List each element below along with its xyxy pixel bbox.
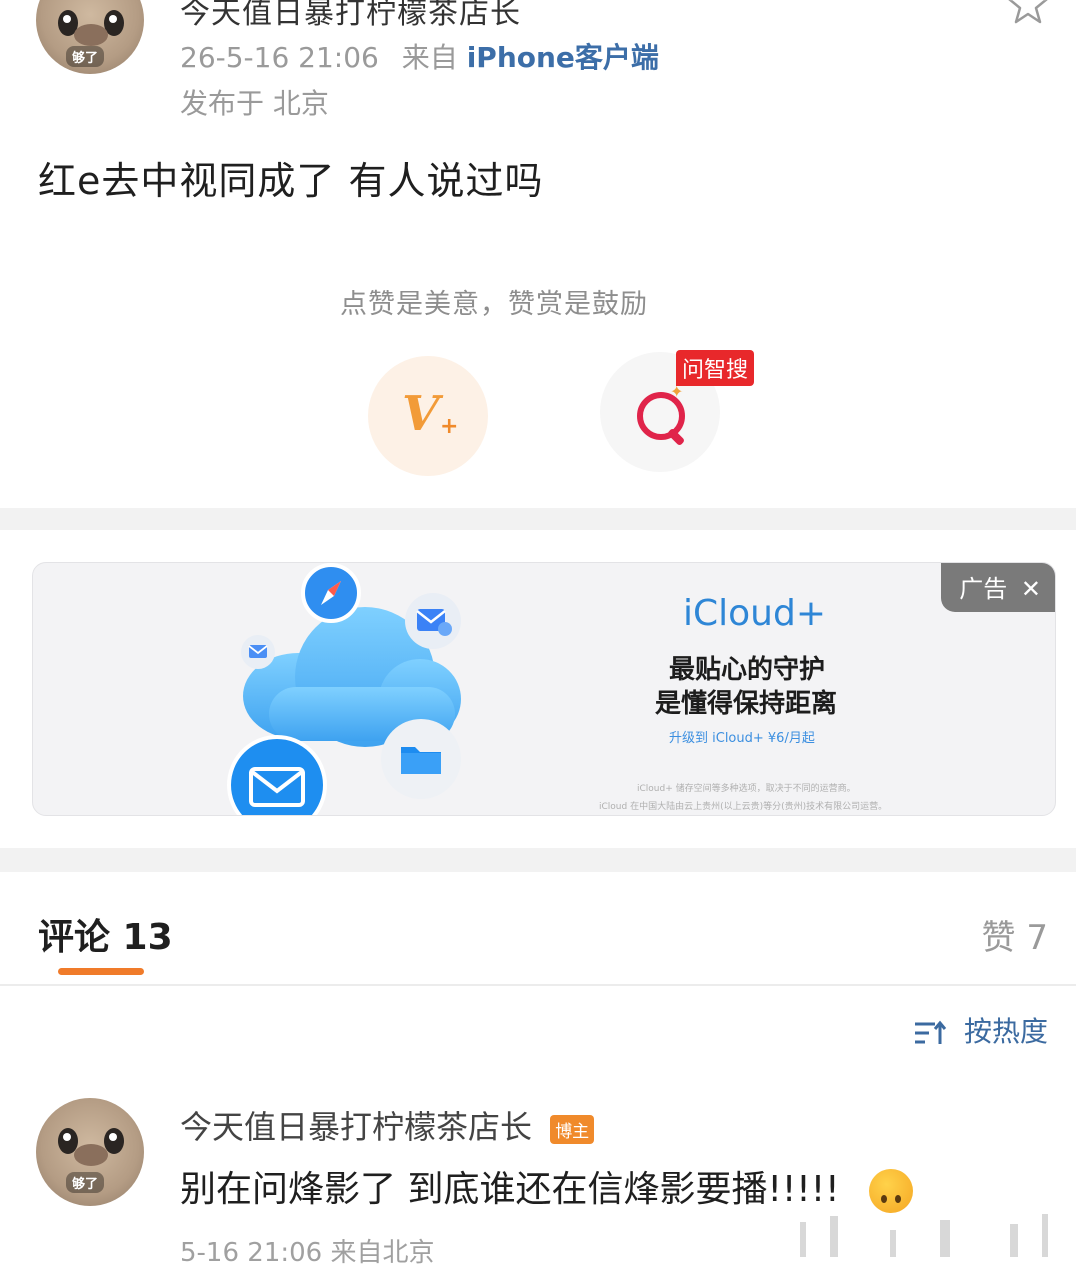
comment-author-name[interactable]: 今天值日暴打柠檬茶店长 [180,1108,532,1146]
mail-small-icon [405,593,461,649]
mail-tiny-icon [241,635,275,669]
vplus-plus-icon: + [440,414,459,439]
search-icon-handle [666,427,686,447]
ad-badge-label: 广告 [959,575,1008,603]
avatar-tag: 够了 [66,1172,105,1193]
ad-fineprint-2: iCloud 在中国大陆由云上贵州(以上云贵)等分(贵州)技术有限公司运营。 [599,802,888,812]
tab-comments[interactable]: 评论 13 [38,908,173,960]
post-meta: 26-5-16 21:06 来自 iPhone客户端 [180,36,659,76]
tab-likes[interactable]: 赞 7 [982,910,1048,959]
comment-meta: 5-16 21:06 来自北京 [180,1238,435,1268]
author-avatar[interactable]: 够了 [36,0,144,74]
ad-close-badge[interactable]: 广告 ✕ [941,563,1055,612]
post-source-prefix: 来自 [401,41,458,74]
close-icon: ✕ [1020,575,1041,603]
vplus-reward-button[interactable]: V + [368,356,488,476]
favorite-star-icon[interactable] [1006,0,1050,26]
comment-text: 别在问烽影了 到底谁还在信烽影要播!!!!! [180,1169,840,1210]
vplus-icon: V [402,386,440,442]
author-badge: 博主 [550,1114,595,1144]
avatar-eye-right [104,1128,124,1154]
smart-search-badge: 问智搜 [676,350,755,386]
ad-cta-link[interactable]: 升级到 iCloud+ ¥6/月起 [669,727,815,746]
reward-hint: 点赞是美意，赞赏是鼓励 [340,289,648,320]
post-location: 发布于 北京 [180,87,329,120]
sort-toggle[interactable]: 按热度 [913,1010,1048,1050]
watermark-icon [790,1212,1070,1257]
post-time: 26-5-16 21:06 [180,41,379,74]
upside-down-face-emoji-icon [869,1169,914,1213]
sort-label: 按热度 [963,1015,1048,1048]
post-source[interactable]: iPhone客户端 [467,41,659,74]
ad-fineprint-1: iCloud+ 储存空间等多种选项，取决于不同的运营商。 [637,784,856,794]
comment-author-row: 今天值日暴打柠檬茶店长 博主 [180,1102,595,1148]
files-folder-icon [381,719,461,799]
tab-divider [0,984,1076,986]
ad-title: iCloud+ [683,593,826,634]
comment-author-avatar[interactable]: 够了 [36,1098,144,1206]
ad-headline-1: 最贴心的守护 [669,655,826,685]
ad-headline-2: 是懂得保持距离 [655,689,838,719]
ad-card[interactable]: iCloud+ 最贴心的守护 是懂得保持距离 升级到 iCloud+ ¥6/月起… [32,562,1056,816]
section-separator [0,848,1076,872]
avatar-tag: 够了 [66,46,105,67]
post-author-name[interactable]: 今天值日暴打柠檬茶店长 [180,0,521,32]
sort-icon [915,1020,947,1044]
comment-text-row: 别在问烽影了 到底谁还在信烽影要播!!!!! [180,1160,914,1213]
safari-icon [301,563,361,623]
avatar-nose [74,24,108,46]
post-text: 红e去中视同成了 有人说过吗 [38,159,544,203]
active-tab-indicator [58,968,144,975]
section-separator [0,508,1076,530]
avatar-nose [74,1144,108,1166]
mail-large-icon [227,735,327,815]
